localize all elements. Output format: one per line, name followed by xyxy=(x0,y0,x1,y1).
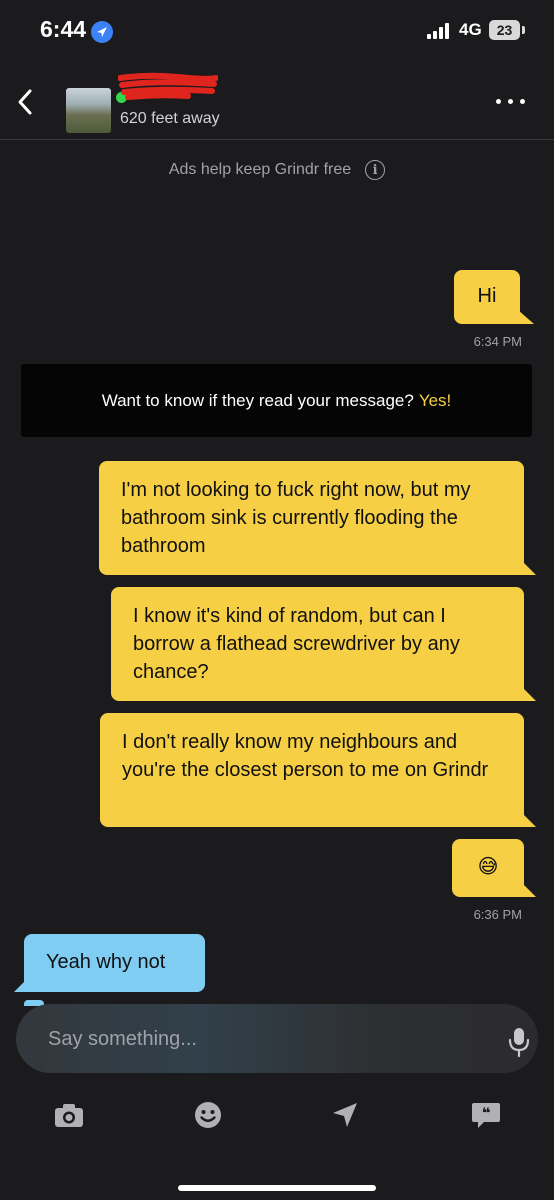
saved-phrases-icon[interactable]: ❝ xyxy=(470,1100,502,1130)
message-bubble-outgoing[interactable]: I'm not looking to fuck right now, but m… xyxy=(99,461,524,575)
message-bubble-outgoing[interactable]: I know it's kind of random, but can I bo… xyxy=(111,587,524,701)
message-bubble-outgoing[interactable]: Hi xyxy=(454,270,520,324)
bubble-tail xyxy=(522,813,536,827)
back-button[interactable] xyxy=(10,86,42,118)
message-timestamp: 6:34 PM xyxy=(473,334,522,349)
message-text: I know it's kind of random, but can I bo… xyxy=(133,605,460,683)
camera-icon[interactable] xyxy=(53,1100,85,1130)
ads-notice: Ads help keep Grindr free i xyxy=(0,158,554,182)
message-bubble-outgoing[interactable]: 😅 xyxy=(452,839,524,897)
message-text: Hi xyxy=(477,285,497,307)
read-receipt-yes-link[interactable]: Yes! xyxy=(419,391,451,411)
chat-header: 620 feet away xyxy=(0,62,554,140)
battery-tip xyxy=(522,26,525,34)
profile-distance: 620 feet away xyxy=(120,110,220,127)
read-receipt-text: Want to know if they read your message? xyxy=(101,390,414,410)
chat-toolbar: ❝ xyxy=(0,1090,554,1138)
status-bar: 6:44 4G 23 xyxy=(0,0,554,62)
bubble-tail xyxy=(522,883,536,897)
message-bubble-outgoing[interactable]: I don't really know my neighbours and yo… xyxy=(100,713,524,827)
message-text: I'm not looking to fuck right now, but m… xyxy=(121,479,471,557)
microphone-icon[interactable] xyxy=(507,1026,531,1058)
more-options-button[interactable] xyxy=(494,96,528,108)
status-time: 6:44 xyxy=(40,16,87,42)
message-timestamp: 6:36 PM xyxy=(473,907,522,922)
message-emoji: 😅 xyxy=(477,856,499,878)
info-icon[interactable]: i xyxy=(365,160,386,180)
message-composer xyxy=(16,1004,538,1073)
cellular-signal-icon xyxy=(427,23,453,39)
bubble-tail xyxy=(522,687,536,701)
message-input[interactable] xyxy=(48,1026,468,1052)
bubble-tail xyxy=(522,561,536,575)
chevron-left-icon xyxy=(18,89,32,115)
battery-indicator: 23 xyxy=(489,20,520,40)
message-text: Yeah why not xyxy=(46,951,166,973)
message-text: I don't really know my neighbours and yo… xyxy=(122,731,489,781)
network-type: 4G xyxy=(459,20,482,39)
bubble-tail xyxy=(518,310,534,324)
location-arrow-icon xyxy=(91,21,113,43)
svg-text:❝: ❝ xyxy=(482,1104,491,1122)
emoji-icon[interactable] xyxy=(192,1100,224,1130)
location-send-icon[interactable] xyxy=(329,1100,361,1130)
avatar[interactable] xyxy=(66,88,111,133)
home-indicator[interactable] xyxy=(178,1185,376,1191)
ads-notice-text: Ads help keep Grindr free xyxy=(168,161,352,178)
read-receipt-banner[interactable]: Want to know if they read your message? … xyxy=(21,364,532,437)
redaction-scribble xyxy=(118,72,218,100)
message-bubble-incoming[interactable]: Yeah why not xyxy=(24,934,205,992)
